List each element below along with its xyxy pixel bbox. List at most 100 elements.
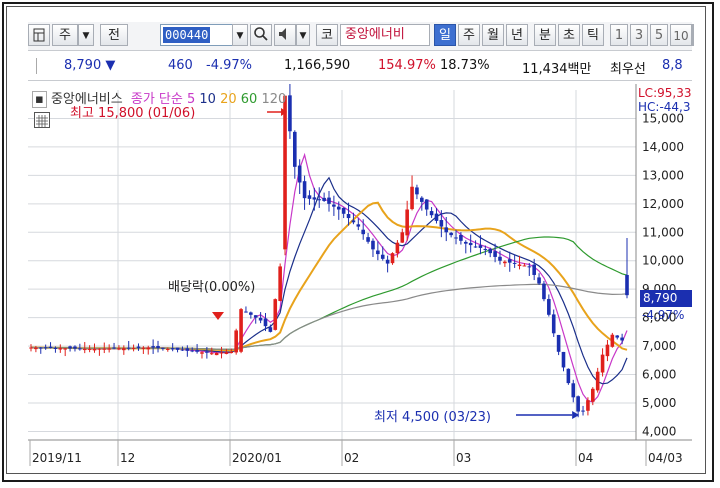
candle-body [234, 330, 238, 353]
ma-120-line [30, 283, 628, 350]
candle-body [322, 197, 326, 201]
interval-minute-button[interactable]: 분 [534, 24, 556, 46]
volume: 1,166,590 [284, 58, 351, 73]
ma-20-label: 20 [220, 92, 237, 107]
number-button-1[interactable]: 1 [610, 24, 628, 46]
y-tick-label: 7,000 [642, 339, 676, 353]
ma-10-label: 10 [199, 92, 216, 107]
candle-body [34, 347, 38, 350]
candle-body [439, 220, 444, 227]
candle-body [258, 317, 263, 321]
candle-body [620, 337, 624, 341]
candle-body [547, 299, 551, 315]
candle-body [273, 299, 278, 330]
candle-body [302, 181, 307, 199]
candle-body [156, 346, 160, 348]
candle-body [444, 227, 449, 233]
speaker-dropdown-icon[interactable]: ▼ [296, 24, 310, 46]
candle-body [117, 348, 121, 350]
candle-body [571, 383, 576, 398]
candle-body [493, 251, 497, 257]
preferred-value: 8,8 [662, 58, 683, 73]
candle-body [376, 250, 380, 255]
candle-body [341, 207, 346, 214]
candle-body [122, 348, 126, 351]
y-tick-label: 14,000 [642, 140, 684, 154]
candle-body [537, 277, 541, 284]
down-arrow-icon: ▼ [105, 58, 116, 73]
number-button-2[interactable]: 2 [692, 24, 694, 46]
candle-body [97, 348, 102, 350]
candle-body [278, 266, 282, 301]
candle-body [209, 353, 214, 355]
candle-body [420, 197, 424, 202]
period-month-button[interactable]: 월 [482, 24, 504, 46]
grid-toggle-icon[interactable] [34, 112, 50, 128]
candle-body [400, 232, 405, 243]
candle-body [327, 197, 331, 204]
lc-label: LC:95,33 [638, 86, 692, 100]
price-change: 460 [168, 58, 193, 73]
candle-body [38, 347, 43, 349]
candle-body [356, 224, 361, 227]
candle-body [473, 246, 478, 248]
candle-body [307, 195, 312, 199]
candle-body [107, 348, 111, 350]
candle-body [336, 206, 341, 210]
number-button-5[interactable]: 5 [650, 24, 668, 46]
exchange-button[interactable]: 코 [316, 24, 338, 46]
chevron-down-icon[interactable]: ▼ [78, 24, 94, 46]
candle-body [542, 283, 546, 300]
chart-tab-menu[interactable]: ▪ [32, 91, 47, 108]
candle-body [483, 248, 488, 250]
y-tick-label: 6,000 [642, 368, 676, 382]
x-tick-label: 12 [120, 451, 135, 465]
x-tick-label: 04 [578, 451, 593, 465]
number-button-10[interactable]: 10 [670, 24, 692, 46]
period-week-button[interactable]: 주 [458, 24, 480, 46]
preferred-label: 최우선 [610, 62, 646, 77]
candle-body [190, 350, 195, 352]
y-tick-label: 5,000 [642, 396, 676, 410]
candle-body [605, 344, 610, 357]
candle-body [346, 214, 351, 219]
number-button-3[interactable]: 3 [630, 24, 648, 46]
candle-body [48, 346, 53, 348]
quote-bar: 8,790 ▼ 460 -4.97% 1,166,590 154.97% 18.… [28, 54, 692, 81]
current-price: 8,790 ▼ [64, 58, 115, 73]
candle-body [527, 266, 532, 268]
candle-body [161, 347, 165, 349]
candle-body [68, 346, 72, 349]
market-select[interactable]: 주 [52, 24, 78, 46]
period-year-button[interactable]: 년 [506, 24, 528, 46]
candle-body [390, 253, 395, 264]
candle-body [380, 254, 385, 259]
candle-body [625, 274, 629, 296]
speaker-icon[interactable] [274, 24, 296, 46]
candle-body [561, 351, 566, 368]
interval-tick-button[interactable]: 틱 [582, 24, 604, 46]
candle-body [371, 240, 375, 250]
candle-body [522, 265, 527, 267]
candle-body [253, 315, 258, 318]
candle-body [551, 314, 556, 334]
x-tick-label: 04/03 [648, 451, 683, 465]
y-tick-label: 4,000 [642, 424, 676, 438]
candle-body [185, 348, 190, 351]
layout-icon[interactable] [28, 24, 50, 46]
candle-body [170, 348, 175, 350]
candle-body [532, 264, 536, 275]
prev-button[interactable]: 전 [100, 24, 128, 46]
interval-second-button[interactable]: 초 [558, 24, 580, 46]
search-icon[interactable] [250, 24, 272, 46]
y-tick-label: 10,000 [642, 254, 684, 268]
candle-body [175, 347, 180, 350]
candle-body [468, 242, 473, 246]
y-tick-label: 11,000 [642, 225, 684, 239]
candle-body [591, 388, 595, 402]
price-chart[interactable]: 4,0005,0006,0007,0008,0009,00010,00011,0… [28, 82, 692, 470]
period-day-button[interactable]: 일 [434, 24, 456, 46]
code-dropdown-icon[interactable]: ▼ [232, 24, 248, 46]
candle-body [78, 348, 82, 350]
candle-body [87, 348, 92, 350]
